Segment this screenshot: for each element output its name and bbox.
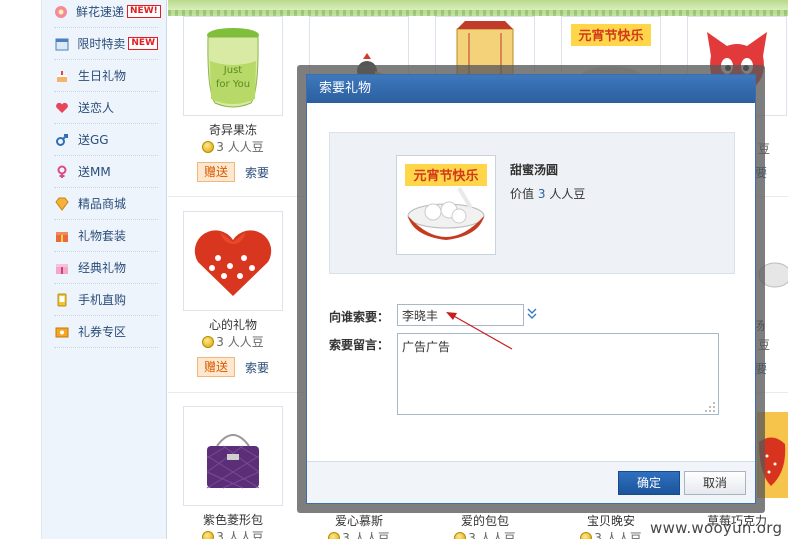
annotation-arrow xyxy=(446,312,513,350)
watermark: www.wooyun.org xyxy=(650,519,783,537)
